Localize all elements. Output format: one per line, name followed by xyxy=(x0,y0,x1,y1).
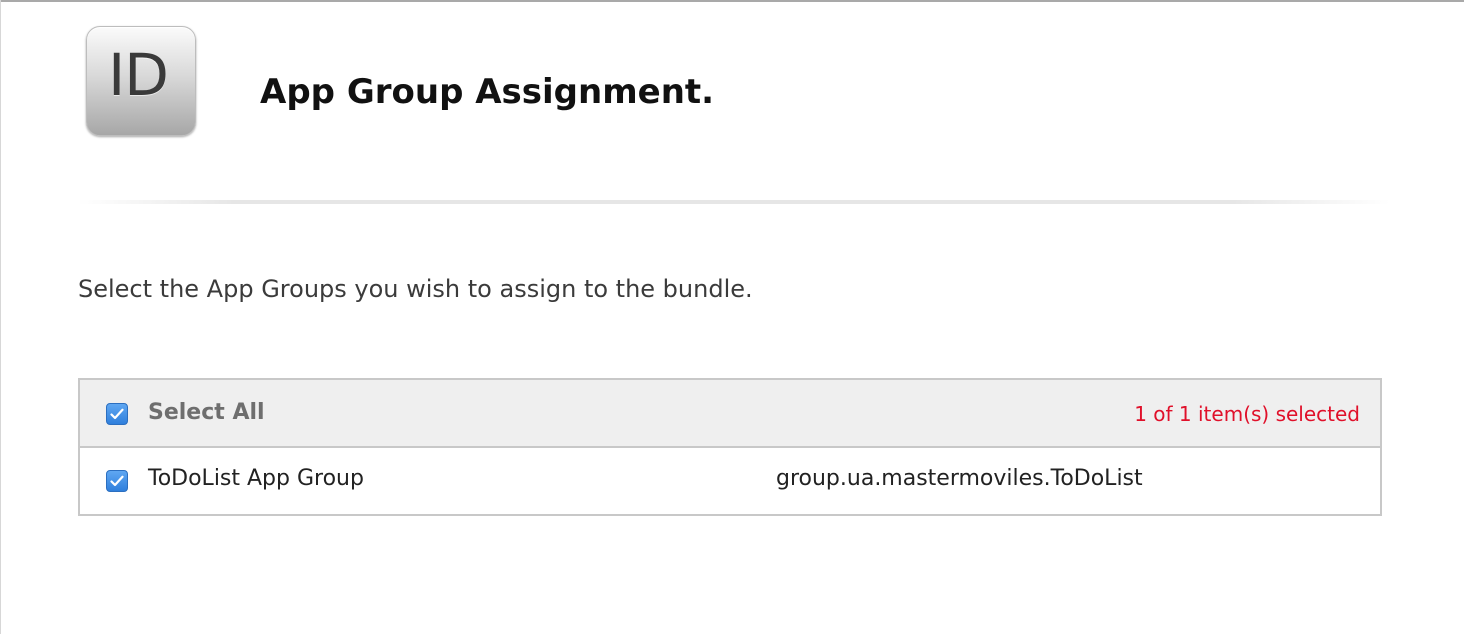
checkmark-icon xyxy=(110,475,124,487)
table-header: Select All 1 of 1 item(s) selected xyxy=(80,380,1380,448)
page-title: App Group Assignment. xyxy=(260,72,715,112)
select-all-checkbox[interactable] xyxy=(106,403,128,425)
row-checkbox[interactable] xyxy=(106,470,128,492)
app-group-name[interactable]: ToDoList App Group xyxy=(148,464,364,494)
table-row[interactable]: ToDoList App Group group.ua.mastermovile… xyxy=(80,448,1380,514)
left-border xyxy=(0,0,1,634)
top-border xyxy=(0,0,1464,2)
checkmark-icon xyxy=(110,408,124,420)
instruction-text: Select the App Groups you wish to assign… xyxy=(78,275,753,303)
app-id-icon-text: ID xyxy=(108,41,169,109)
select-all-label[interactable]: Select All xyxy=(148,398,265,428)
selection-count: 1 of 1 item(s) selected xyxy=(1134,402,1360,426)
app-group-identifier: group.ua.mastermoviles.ToDoList xyxy=(776,466,1143,491)
app-groups-table: Select All 1 of 1 item(s) selected ToDoL… xyxy=(78,378,1382,516)
header-divider xyxy=(78,200,1390,204)
app-id-icon: ID xyxy=(86,26,196,136)
